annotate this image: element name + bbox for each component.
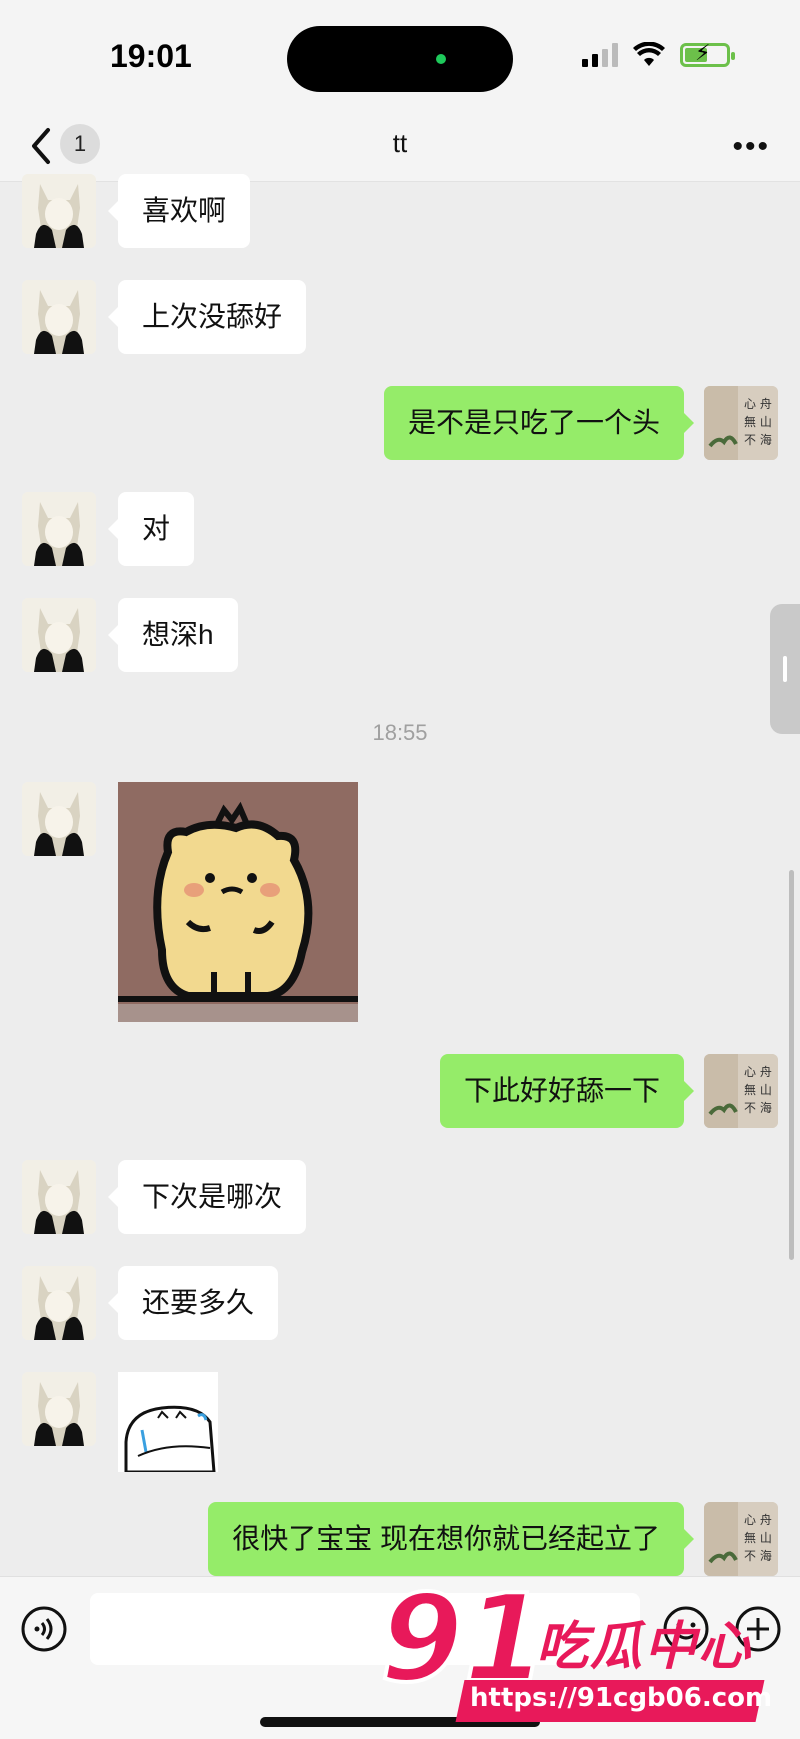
sleepy-cat-sticker-icon[interactable] (118, 1372, 218, 1472)
message-bubble[interactable]: 下次是哪次 (107, 1160, 307, 1234)
chat-title: tt (392, 128, 408, 158)
watermark-brand-text: 吃瓜中心 (536, 1618, 753, 1676)
contact-avatar[interactable] (22, 492, 96, 566)
contact-avatar[interactable] (22, 1266, 96, 1340)
camera-indicator-icon (436, 54, 446, 64)
more-options-icon[interactable]: ••• (732, 130, 770, 164)
message-bubble[interactable]: 是不是只吃了一个头 (383, 386, 695, 460)
svg-text:不 海: 不 海 (744, 432, 772, 447)
message-bubble[interactable]: 下此好好舔一下 (439, 1054, 695, 1128)
watermark-url: https://91cgb06.com (470, 1683, 773, 1713)
message-bubble[interactable]: 想深h (108, 598, 238, 672)
svg-text:心 舟: 心 舟 (744, 1513, 772, 1527)
contact-avatar[interactable] (22, 598, 96, 672)
contact-avatar[interactable] (22, 280, 96, 354)
status-bar: 19:01 ⚡ (0, 0, 800, 110)
message-bubble[interactable]: 还要多久 (107, 1266, 279, 1340)
cellular-signal-icon (582, 43, 618, 67)
battery-icon: ⚡ (680, 40, 735, 67)
status-icons: ⚡ (582, 40, 735, 68)
side-drawer-handle[interactable] (770, 604, 800, 734)
wifi-icon (633, 42, 665, 66)
message-bubble[interactable]: 上次没舔好 (107, 280, 307, 354)
svg-text:不 海: 不 海 (744, 1100, 772, 1115)
svg-text:無 山: 無 山 (744, 1082, 772, 1097)
message-bubble[interactable]: 对 (107, 492, 195, 566)
svg-text:心 舟: 心 舟 (744, 1065, 772, 1079)
svg-text:無 山: 無 山 (744, 1530, 772, 1545)
contact-avatar[interactable] (22, 174, 96, 248)
timestamp: 18:55 (372, 720, 428, 745)
svg-text:不 海: 不 海 (744, 1548, 772, 1563)
scrollbar[interactable] (789, 870, 794, 1260)
svg-text:心 舟: 心 舟 (744, 397, 772, 411)
status-time: 19:01 (110, 38, 192, 74)
self-avatar[interactable]: 心 舟無 山不 海 (704, 1502, 778, 1576)
svg-text:無 山: 無 山 (744, 414, 772, 429)
chat-header: 1 tt ••• (0, 110, 800, 182)
message-bubble[interactable]: 很快了宝宝 现在想你就已经起立了 (208, 1502, 694, 1576)
self-avatar[interactable]: 心 舟無 山不 海 (704, 1054, 778, 1128)
contact-avatar[interactable] (22, 782, 96, 856)
message-bubble[interactable]: 喜欢啊 (107, 174, 251, 248)
voice-input-icon[interactable] (20, 1605, 68, 1653)
contact-avatar[interactable] (22, 1372, 96, 1446)
dynamic-island (287, 26, 513, 92)
contact-avatar[interactable] (22, 1160, 96, 1234)
bear-sticker-icon[interactable] (118, 782, 358, 1022)
self-avatar[interactable]: 心 舟無 山不 海 (704, 386, 778, 460)
